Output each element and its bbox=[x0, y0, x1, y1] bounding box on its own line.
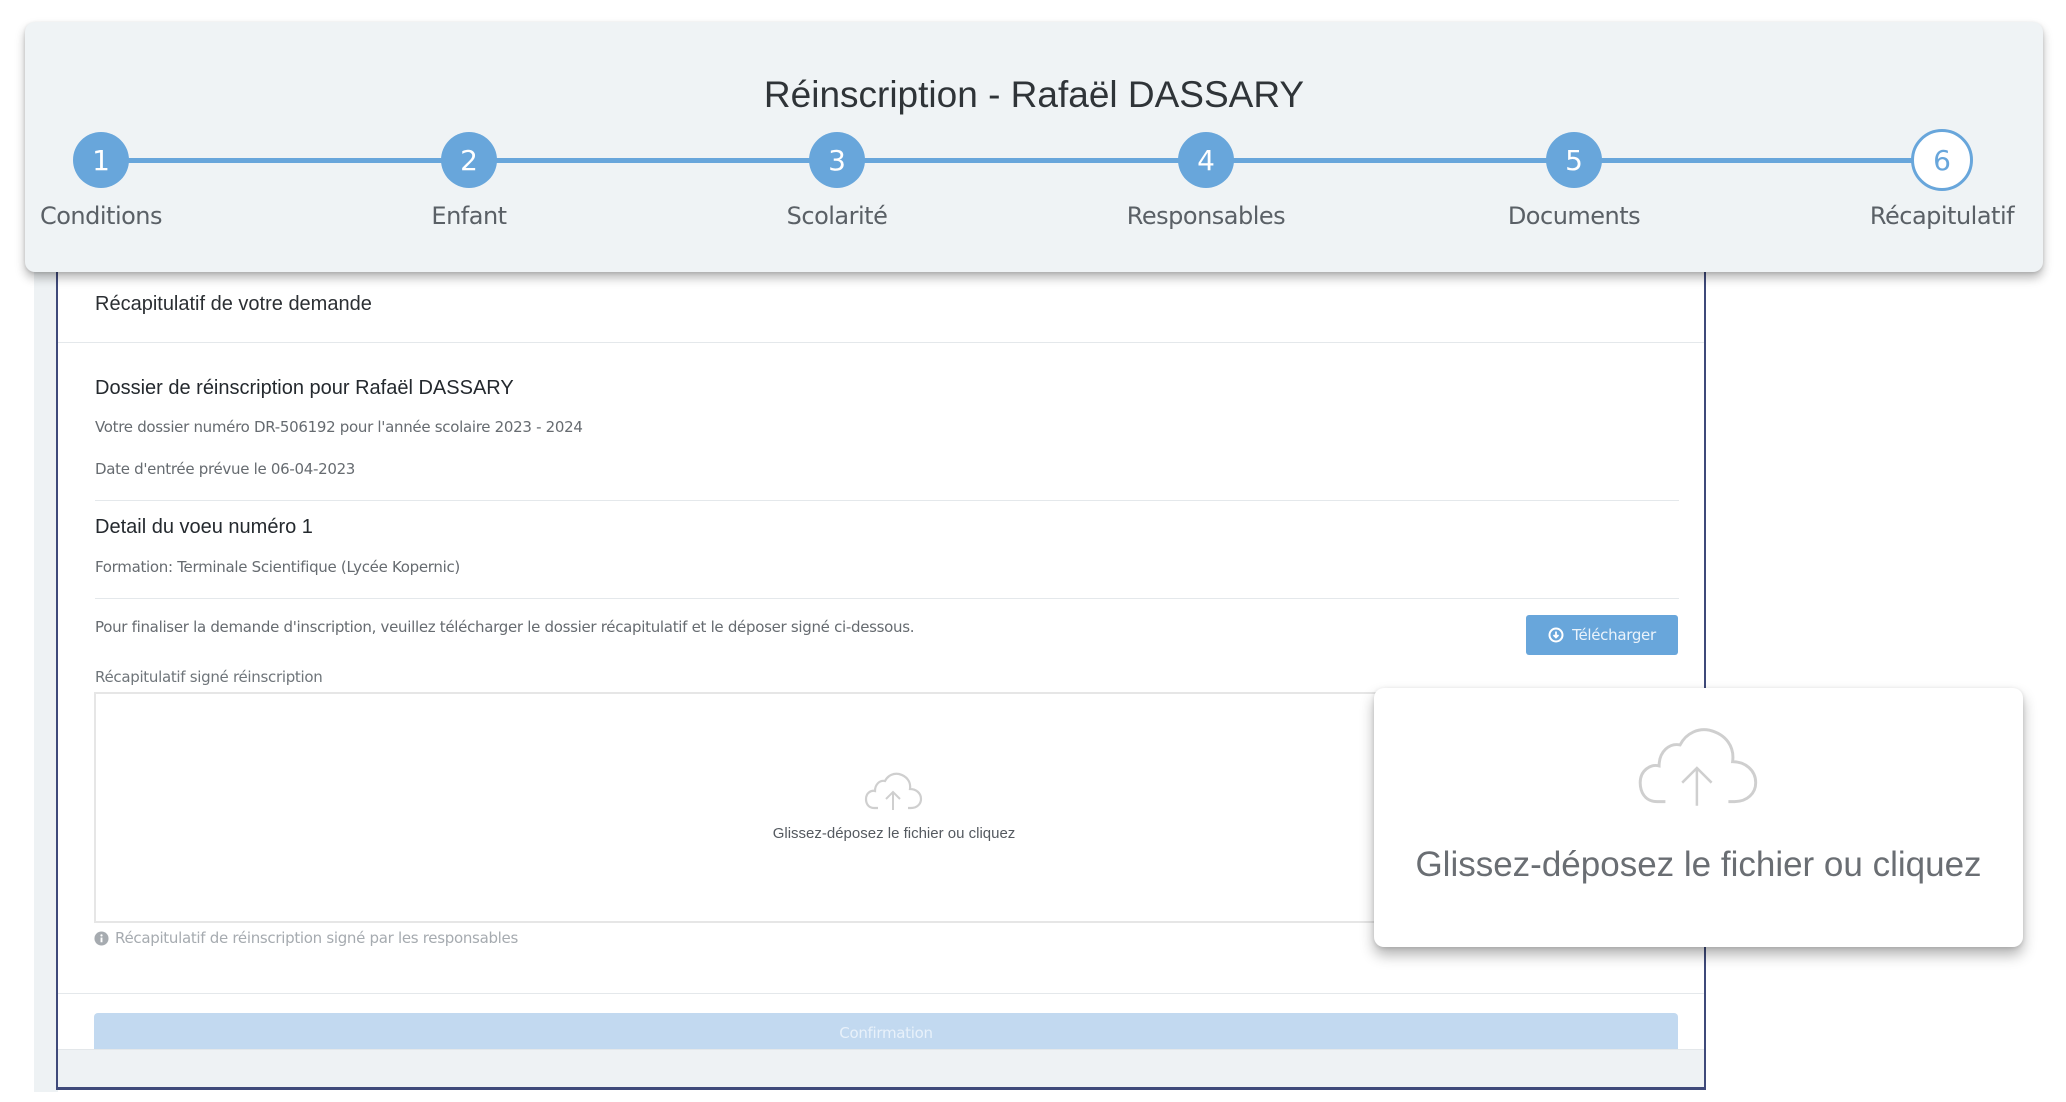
dropzone-zoom-popup[interactable]: Glissez-déposez le fichier ou cliquez bbox=[1374, 688, 2023, 947]
step-label: Responsables bbox=[1126, 202, 1286, 230]
step-documents[interactable]: 5 Documents bbox=[1464, 132, 1684, 230]
step-conditions[interactable]: 1 Conditions bbox=[0, 132, 211, 230]
recap-panel: Récapitulatif de votre demande Dossier d… bbox=[56, 200, 1706, 1090]
step-label: Scolarité bbox=[786, 202, 888, 230]
step-number: 2 bbox=[441, 132, 497, 188]
popup-dropzone-text: Glissez-déposez le fichier ou cliquez bbox=[1415, 845, 1982, 884]
dossier-number: Votre dossier numéro DR-506192 pour l'an… bbox=[95, 418, 583, 436]
step-label: Conditions bbox=[39, 202, 163, 230]
page-background-strip bbox=[34, 200, 58, 1092]
step-number: 5 bbox=[1546, 132, 1602, 188]
wizard-header: Réinscription - Rafaël DASSARY 1 Conditi… bbox=[25, 22, 2043, 272]
upload-help: Récapitulatif de réinscription signé par… bbox=[94, 929, 518, 947]
step-number: 4 bbox=[1178, 132, 1234, 188]
step-number: 3 bbox=[809, 132, 865, 188]
upload-label: Récapitulatif signé réinscription bbox=[95, 668, 323, 686]
entry-date: Date d'entrée prévue le 06-04-2023 bbox=[95, 460, 356, 478]
step-label: Enfant bbox=[431, 202, 507, 230]
download-circle-icon bbox=[1548, 627, 1564, 643]
download-button[interactable]: Télécharger bbox=[1526, 615, 1678, 655]
panel-footer bbox=[58, 1049, 1704, 1087]
download-button-label: Télécharger bbox=[1572, 626, 1656, 644]
dossier-heading: Dossier de réinscription pour Rafaël DAS… bbox=[95, 377, 514, 399]
voeu-heading: Detail du voeu numéro 1 bbox=[95, 516, 313, 538]
upload-help-text: Récapitulatif de réinscription signé par… bbox=[115, 929, 518, 947]
step-recapitulatif[interactable]: 6 Récapitulatif bbox=[1832, 129, 2052, 230]
cloud-upload-icon bbox=[864, 772, 923, 810]
step-label: Récapitulatif bbox=[1869, 202, 2015, 230]
divider bbox=[58, 342, 1704, 343]
step-number: 6 bbox=[1911, 129, 1973, 191]
divider bbox=[58, 993, 1704, 994]
step-label: Documents bbox=[1507, 202, 1641, 230]
info-circle-icon bbox=[94, 930, 109, 946]
page-title: Réinscription - Rafaël DASSARY bbox=[763, 74, 1305, 115]
step-number: 1 bbox=[73, 132, 129, 188]
step-scolarite[interactable]: 3 Scolarité bbox=[727, 132, 947, 230]
divider bbox=[95, 598, 1679, 599]
step-enfant[interactable]: 2 Enfant bbox=[359, 132, 579, 230]
confirm-button[interactable]: Confirmation bbox=[94, 1013, 1678, 1053]
instruction-text: Pour finaliser la demande d'inscription,… bbox=[95, 618, 915, 636]
cloud-upload-icon bbox=[1638, 728, 1757, 806]
card-title: Récapitulatif de votre demande bbox=[95, 293, 372, 315]
divider bbox=[95, 500, 1679, 501]
voeu-formation: Formation: Terminale Scientifique (Lycée… bbox=[95, 558, 460, 576]
step-responsables[interactable]: 4 Responsables bbox=[1096, 132, 1316, 230]
